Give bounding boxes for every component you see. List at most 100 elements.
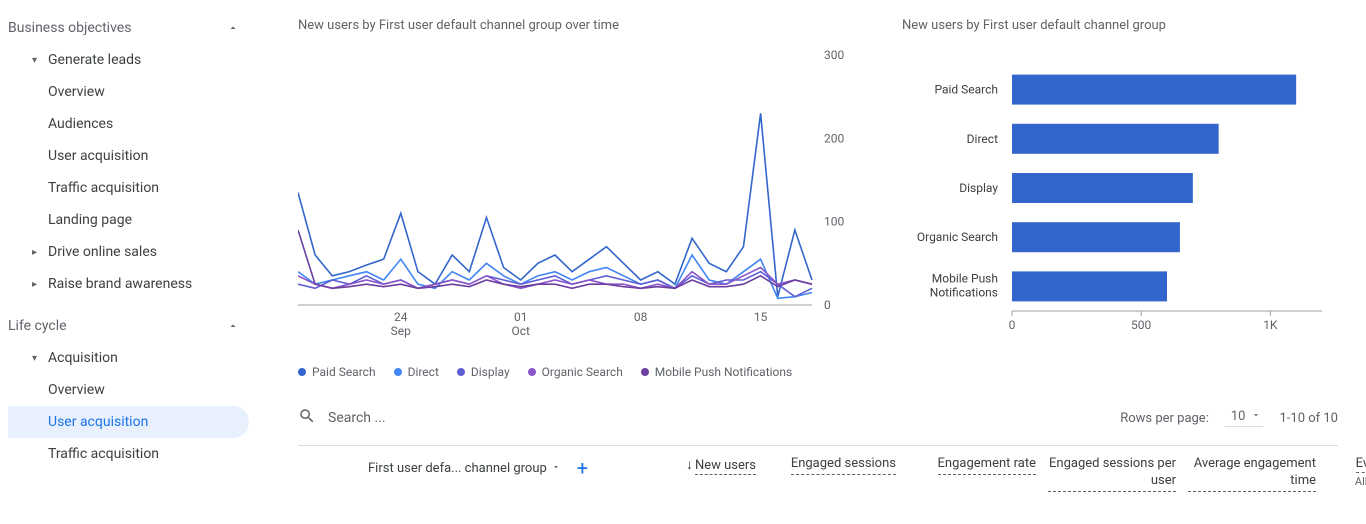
metric-sublabel: All e	[1328, 475, 1366, 488]
dimension-label: First user defa... channel group	[368, 461, 547, 476]
nav-item-acq-user-acquisition[interactable]: User acquisition	[8, 406, 249, 438]
sidebar: Business objectives ▾ Generate leads Ove…	[0, 0, 262, 524]
svg-text:08: 08	[634, 310, 648, 324]
nav-group-generate-leads[interactable]: ▾ Generate leads	[8, 44, 249, 76]
collapse-icon: ▾	[32, 353, 48, 364]
nav-item-landing-page[interactable]: Landing page	[8, 204, 249, 236]
svg-text:500: 500	[1131, 318, 1151, 332]
legend-dot-icon	[641, 368, 649, 376]
dimension-picker[interactable]: First user defa... channel group	[368, 461, 561, 476]
bar-chart-panel: New users by First user default channel …	[902, 18, 1302, 351]
nav-section-business-objectives[interactable]: Business objectives	[8, 12, 249, 44]
svg-text:Mobile Push: Mobile Push	[932, 271, 998, 285]
svg-text:200: 200	[824, 131, 844, 145]
charts-row: New users by First user default channel …	[298, 18, 1338, 379]
legend-label: Direct	[408, 365, 439, 379]
svg-text:100: 100	[824, 215, 844, 229]
legend-label: Paid Search	[312, 365, 376, 379]
nav-item-acq-traffic-acquisition[interactable]: Traffic acquisition	[8, 438, 249, 470]
metric-header-engaged-sessions-per-user[interactable]: Engaged sessions per user	[1048, 456, 1188, 492]
nav-group-label: Raise brand awareness	[48, 276, 192, 292]
nav-item-user-acquisition[interactable]: User acquisition	[8, 140, 249, 172]
nav-group-drive-online-sales[interactable]: ▸ Drive online sales	[8, 236, 249, 268]
metric-header-engagement-rate[interactable]: Engagement rate	[908, 456, 1048, 475]
metric-header-events[interactable]: Eve All e	[1328, 456, 1366, 488]
nav-item-label: Traffic acquisition	[48, 446, 159, 462]
nav-item-label: Overview	[48, 84, 105, 100]
chevron-up-icon	[225, 318, 241, 334]
legend-label: Organic Search	[542, 365, 623, 379]
nav-section-life-cycle[interactable]: Life cycle	[8, 310, 249, 342]
legend-dot-icon	[298, 368, 306, 376]
nav-group-label: Generate leads	[48, 52, 141, 68]
chevron-down-icon	[1251, 409, 1261, 424]
legend-dot-icon	[394, 368, 402, 376]
metric-label: Eve	[1356, 456, 1366, 473]
nav-item-label: Landing page	[48, 212, 132, 228]
line-chart: 010020030024Sep01Oct0815	[298, 47, 860, 347]
nav-item-overview[interactable]: Overview	[8, 76, 249, 108]
bar-chart: Paid SearchDirectDisplayOrganic SearchMo…	[902, 47, 1332, 347]
sort-down-icon: ↓	[686, 457, 693, 473]
legend-item: Organic Search	[528, 365, 623, 379]
pagination: Rows per page: 10 1-10 of 10	[1120, 409, 1338, 427]
chevron-up-icon	[225, 20, 241, 36]
svg-text:Notifications: Notifications	[930, 285, 998, 299]
search-input[interactable]	[326, 409, 546, 427]
nav-group-acquisition[interactable]: ▾ Acquisition	[8, 342, 249, 374]
line-chart-title: New users by First user default channel …	[298, 18, 860, 33]
svg-text:Direct: Direct	[967, 132, 998, 146]
svg-text:0: 0	[1009, 318, 1016, 332]
legend-item: Direct	[394, 365, 439, 379]
legend-dot-icon	[528, 368, 536, 376]
svg-text:1K: 1K	[1263, 318, 1278, 332]
nav-item-label: Traffic acquisition	[48, 180, 159, 196]
svg-text:24: 24	[394, 310, 408, 324]
metric-label: Engagement rate	[938, 456, 1036, 475]
collapse-icon: ▾	[32, 55, 48, 66]
nav-item-label: User acquisition	[48, 148, 148, 164]
svg-text:15: 15	[754, 310, 768, 324]
line-chart-legend: Paid Search Direct Display Organic Searc…	[298, 365, 860, 379]
rows-per-page-label: Rows per page:	[1120, 411, 1209, 426]
svg-text:01: 01	[514, 310, 528, 324]
line-chart-panel: New users by First user default channel …	[298, 18, 860, 379]
table-head: First user defa... channel group + ↓New …	[298, 445, 1338, 492]
metric-label: Engaged sessions	[791, 456, 896, 475]
nav-section-label: Business objectives	[8, 20, 131, 36]
search-wrap	[298, 407, 546, 429]
search-icon	[298, 407, 316, 429]
nav-item-acq-overview[interactable]: Overview	[8, 374, 249, 406]
legend-label: Display	[471, 365, 510, 379]
svg-text:0: 0	[824, 298, 831, 312]
rows-per-page-select[interactable]: 10	[1225, 409, 1264, 427]
chevron-down-icon	[551, 461, 561, 476]
nav-section-label: Life cycle	[8, 318, 67, 334]
svg-text:Organic Search: Organic Search	[917, 230, 998, 244]
nav-item-label: User acquisition	[48, 414, 148, 430]
table-toolbar: Rows per page: 10 1-10 of 10	[298, 407, 1338, 435]
add-dimension-button[interactable]: +	[573, 456, 592, 480]
expand-icon: ▸	[32, 279, 48, 290]
metric-header-avg-engagement-time[interactable]: Average engagement time	[1188, 456, 1328, 492]
legend-dot-icon	[457, 368, 465, 376]
rows-per-page-value: 10	[1231, 409, 1246, 424]
legend-item: Mobile Push Notifications	[641, 365, 792, 379]
svg-text:300: 300	[824, 48, 844, 62]
nav-group-raise-brand-awareness[interactable]: ▸ Raise brand awareness	[8, 268, 249, 300]
legend-item: Display	[457, 365, 510, 379]
nav-group-label: Drive online sales	[48, 244, 157, 260]
nav-group-label: Acquisition	[48, 350, 118, 366]
svg-text:Display: Display	[959, 181, 998, 195]
nav-item-traffic-acquisition[interactable]: Traffic acquisition	[8, 172, 249, 204]
legend-label: Mobile Push Notifications	[655, 365, 792, 379]
metric-header-new-users[interactable]: ↓New users	[628, 456, 768, 475]
svg-text:Sep: Sep	[391, 324, 411, 338]
nav-item-audiences[interactable]: Audiences	[8, 108, 249, 140]
nav-item-label: Audiences	[48, 116, 113, 132]
metric-header-engaged-sessions[interactable]: Engaged sessions	[768, 456, 908, 475]
main-content: New users by First user default channel …	[262, 0, 1366, 524]
nav-item-label: Overview	[48, 382, 105, 398]
metric-label: Average engagement time	[1188, 456, 1316, 492]
metric-label: Engaged sessions per user	[1048, 456, 1176, 492]
